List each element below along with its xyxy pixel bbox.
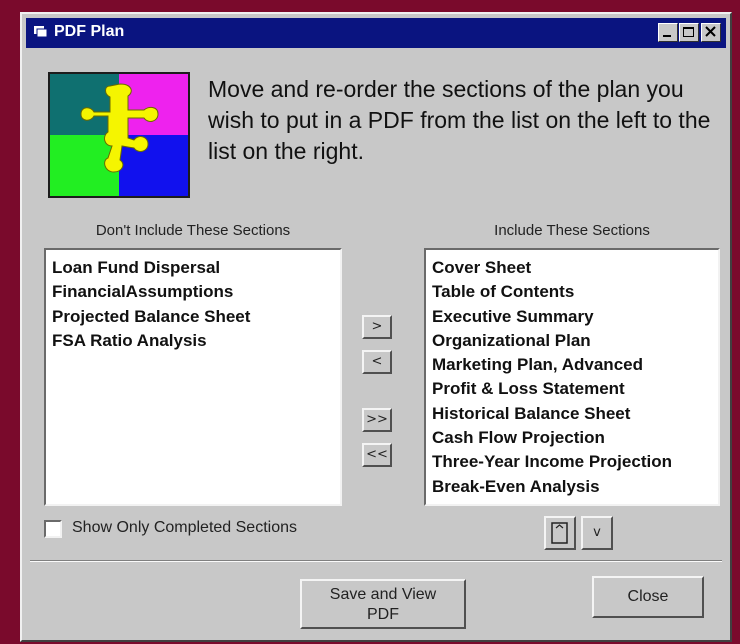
list-item[interactable]: Break-Even Analysis xyxy=(432,475,718,499)
exclude-list-label: Don't Include These Sections xyxy=(95,222,291,239)
list-item[interactable]: Table of Contents xyxy=(432,280,718,304)
list-item[interactable]: Marketing Plan, Advanced xyxy=(432,353,718,377)
puzzle-logo-icon xyxy=(48,72,190,198)
list-item[interactable]: Projected Balance Sheet xyxy=(52,305,340,329)
show-completed-label: Show Only Completed Sections xyxy=(72,519,297,536)
close-button[interactable]: Close xyxy=(592,576,704,618)
remove-section-button[interactable]: < xyxy=(362,350,392,374)
maximize-icon xyxy=(683,27,694,37)
pdf-plan-dialog: PDF Plan Move and re-order the sections … xyxy=(20,12,732,642)
list-item[interactable]: Cover Sheet xyxy=(432,256,718,280)
instructions-text: Move and re-order the sections of the pl… xyxy=(208,76,711,164)
close-icon xyxy=(705,26,716,37)
save-button-line1: Save and View xyxy=(329,586,437,603)
save-button-line2: PDF xyxy=(367,606,399,623)
list-item[interactable]: Executive Summary xyxy=(432,305,718,329)
list-item[interactable]: Organizational Plan xyxy=(432,329,718,353)
excluded-sections-list[interactable]: Loan Fund Dispersal FinancialAssumptions P… xyxy=(44,248,342,506)
maximize-button[interactable] xyxy=(679,23,699,42)
move-up-button[interactable] xyxy=(544,516,576,550)
list-item[interactable]: Profit & Loss Statement xyxy=(432,377,718,401)
include-list-label: Include These Sections xyxy=(494,222,650,239)
list-item[interactable]: Cash Flow Projection xyxy=(432,426,718,450)
list-item[interactable]: FinancialAssumptions xyxy=(52,280,340,304)
list-item[interactable]: Historical Balance Sheet xyxy=(432,402,718,426)
title-bar[interactable]: PDF Plan xyxy=(26,18,726,48)
move-down-button[interactable]: v xyxy=(581,516,613,550)
included-sections-list[interactable]: Cover Sheet Table of Contents Executive Su… xyxy=(424,248,720,506)
close-window-button[interactable] xyxy=(701,23,721,42)
separator xyxy=(30,560,722,562)
add-section-button[interactable]: > xyxy=(362,315,392,339)
add-all-button[interactable]: >> xyxy=(362,408,392,432)
show-completed-checkbox[interactable] xyxy=(44,520,62,538)
minimize-icon xyxy=(663,35,671,37)
list-item[interactable]: FSA Ratio Analysis xyxy=(52,329,340,353)
save-and-view-pdf-button[interactable]: Save and View PDF xyxy=(300,579,466,629)
list-item[interactable]: Loan Fund Dispersal xyxy=(52,256,340,280)
minimize-button[interactable] xyxy=(658,23,678,42)
app-icon xyxy=(34,26,48,38)
list-item[interactable]: Three-Year Income Projection xyxy=(432,450,718,474)
window-title: PDF Plan xyxy=(54,23,125,40)
move-up-icon xyxy=(551,522,568,544)
remove-all-button[interactable]: << xyxy=(362,443,392,467)
